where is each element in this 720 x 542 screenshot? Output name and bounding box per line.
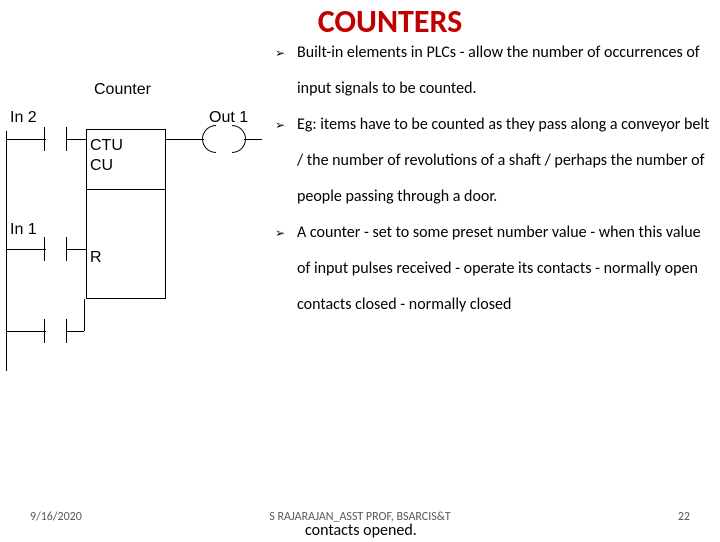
diagram-title: Counter (94, 81, 151, 99)
trailing-line: contacts opened. (305, 521, 417, 540)
bullet-item-1: ➢ Built-in elements in PLCs - allow the … (275, 35, 710, 107)
bullet-text-3: A counter - set to some preset number va… (297, 223, 701, 314)
contact1-left (44, 127, 45, 151)
label-in2: In 2 (10, 109, 37, 127)
rung3-wire-a (6, 331, 46, 332)
rung2-wire-a (6, 249, 46, 250)
label-in1: In 1 (10, 221, 37, 239)
bullet-list: ➢ Built-in elements in PLCs - allow the … (275, 35, 710, 323)
text-column: ➢ Built-in elements in PLCs - allow the … (275, 41, 720, 323)
footer-page-number: 22 (678, 510, 690, 524)
bullet-text-2: Eg: items have to be counted as they pas… (297, 115, 709, 206)
diagram-column: Counter In 2 Out 1 CTU CU In 1 R (0, 41, 275, 381)
bullet-text-1: Built-in elements in PLCs - allow the nu… (297, 43, 700, 98)
counter-box-divider (86, 189, 166, 190)
rail-left (6, 131, 7, 371)
contact2-left (44, 237, 45, 261)
output-coil-left (202, 125, 216, 153)
out-wire-b (244, 139, 262, 140)
rung2-wire-b (66, 249, 86, 250)
bullet-arrow-icon: ➢ (275, 113, 285, 140)
content-row: Counter In 2 Out 1 CTU CU In 1 R (0, 41, 720, 381)
bullet-arrow-icon: ➢ (275, 41, 285, 68)
contact3-left (44, 319, 45, 343)
out-wire-a (166, 139, 204, 140)
label-ctu: CTU (90, 137, 123, 155)
rung1-wire-b (66, 139, 86, 140)
rung3-wire-b (66, 331, 84, 332)
bullet-item-3: ➢ A counter - set to some preset number … (275, 215, 710, 323)
counter-ladder-diagram: Counter In 2 Out 1 CTU CU In 1 R (4, 81, 269, 381)
label-cu: CU (90, 157, 113, 175)
rung1-wire-a (6, 139, 46, 140)
bullet-arrow-icon: ➢ (275, 221, 285, 248)
label-r: R (90, 249, 102, 267)
rung3-vertical (84, 299, 85, 331)
bullet-item-2: ➢ Eg: items have to be counted as they p… (275, 107, 710, 215)
